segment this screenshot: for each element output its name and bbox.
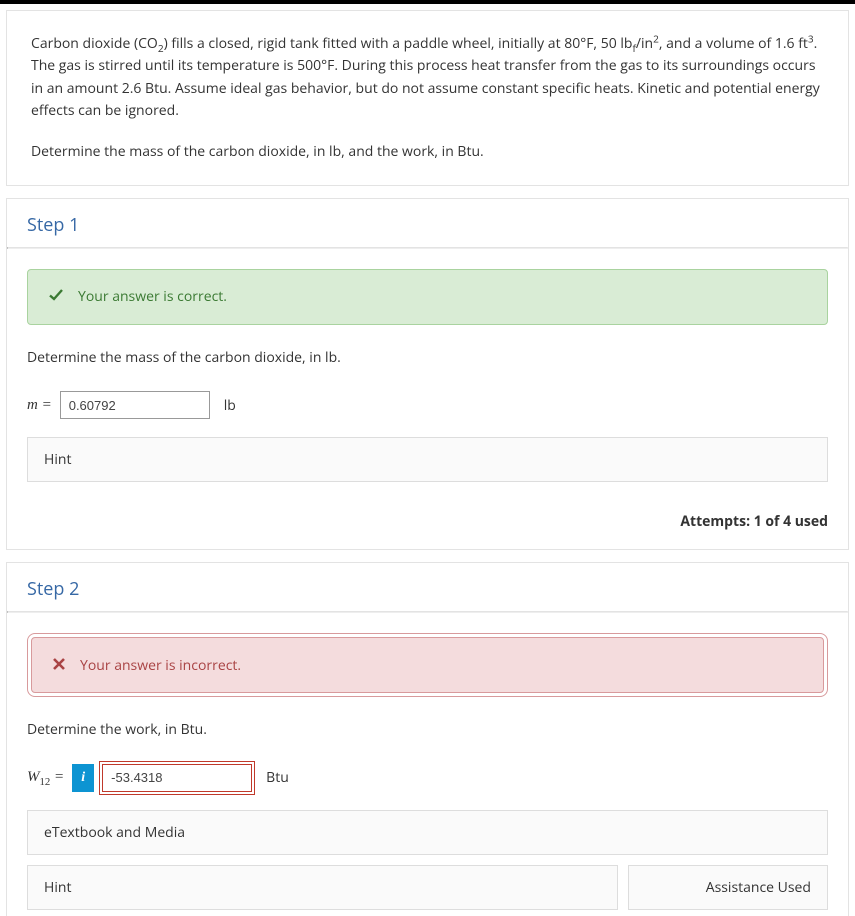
attempts-text: Attempts: 1 of 4 used xyxy=(7,502,848,549)
check-icon xyxy=(48,286,64,308)
step-1-title: Step 1 xyxy=(27,213,79,237)
step-1-panel: Step 1 Your answer is correct. Determine… xyxy=(6,198,849,550)
step-2-panel: Step 2 Your answer is incorrect. Determi… xyxy=(6,562,849,915)
assistance-used-button[interactable]: Assistance Used xyxy=(628,865,828,910)
step-1-question: Determine the mass of the carbon dioxide… xyxy=(27,347,828,369)
variable-label-w12: W12 = xyxy=(27,769,64,786)
feedback-correct: Your answer is correct. xyxy=(27,269,828,325)
feedback-text: Your answer is incorrect. xyxy=(80,656,241,675)
problem-paragraph-1: Carbon dioxide (CO2) fills a closed, rig… xyxy=(31,33,824,123)
problem-panel: Carbon dioxide (CO2) fills a closed, rig… xyxy=(6,10,849,186)
answer-row: m = lb xyxy=(27,391,828,419)
problem-paragraph-2: Determine the mass of the carbon dioxide… xyxy=(31,141,824,163)
work-input[interactable] xyxy=(102,764,252,792)
feedback-text: Your answer is correct. xyxy=(78,287,227,306)
mass-input[interactable] xyxy=(60,391,210,419)
etextbook-button[interactable]: eTextbook and Media xyxy=(27,810,828,855)
step-2-question: Determine the work, in Btu. xyxy=(27,719,828,741)
hint-button[interactable]: Hint xyxy=(27,437,828,482)
hint-button[interactable]: Hint xyxy=(27,865,618,910)
cross-icon xyxy=(52,654,66,676)
info-icon[interactable]: i xyxy=(72,764,94,792)
variable-label-m: m = xyxy=(27,397,52,414)
step-2-title: Step 2 xyxy=(27,577,79,601)
feedback-incorrect: Your answer is incorrect. xyxy=(31,637,824,693)
answer-row: W12 = i Btu xyxy=(27,764,828,792)
unit-lb: lb xyxy=(224,396,236,415)
unit-btu: Btu xyxy=(266,768,289,787)
